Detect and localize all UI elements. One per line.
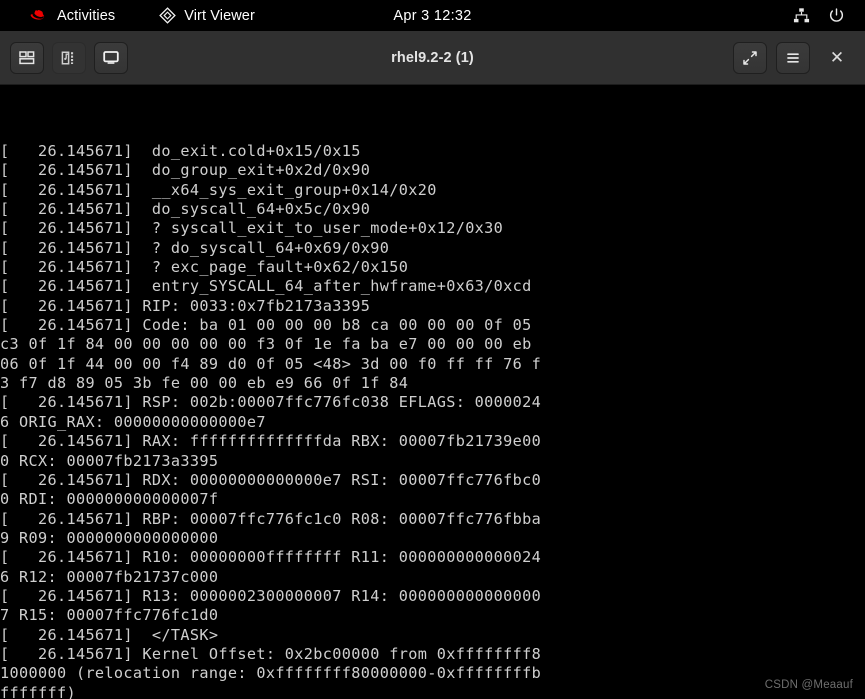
redhat-logo-icon (30, 8, 49, 23)
window-controls: ✕ (733, 41, 855, 74)
virt-viewer-diamond-icon (159, 7, 177, 24)
power-icon[interactable] (828, 7, 845, 24)
gnome-top-bar: Activities Virt Viewer Apr 3 12:32 (0, 0, 865, 31)
activities-button[interactable]: Activities (22, 6, 123, 26)
display-button[interactable] (94, 41, 128, 74)
system-status-area[interactable] (793, 7, 853, 24)
send-key-icon (60, 49, 78, 67)
monitor-icon (101, 48, 121, 68)
kernel-panic-log: [ 26.145671] do_exit.cold+0x15/0x15 [ 26… (0, 142, 542, 699)
vm-console-display[interactable]: [ 26.145671] do_exit.cold+0x15/0x15 [ 26… (0, 85, 865, 699)
send-key-button[interactable] (52, 41, 86, 74)
titlebar-toolbar (10, 41, 128, 74)
app-menu-button[interactable]: Virt Viewer (151, 5, 263, 26)
menu-button[interactable] (776, 41, 810, 74)
clock-area: Apr 3 12:32 (0, 0, 865, 31)
app-name-label: Virt Viewer (184, 7, 255, 24)
watermark-label: CSDN @Meaauf (764, 679, 853, 691)
close-button[interactable]: ✕ (819, 42, 855, 74)
fullscreen-arrows-icon (741, 49, 759, 67)
close-icon: ✕ (829, 47, 845, 67)
activities-label: Activities (57, 7, 116, 24)
clock-label[interactable]: Apr 3 12:32 (384, 6, 480, 26)
network-icon[interactable] (793, 7, 810, 24)
fullscreen-button[interactable] (733, 41, 767, 74)
layout-grid-icon (18, 49, 36, 67)
machine-details-button[interactable] (10, 41, 44, 74)
window-titlebar: rhel9.2-2 (1) ✕ (0, 31, 865, 85)
hamburger-menu-icon (784, 49, 802, 67)
